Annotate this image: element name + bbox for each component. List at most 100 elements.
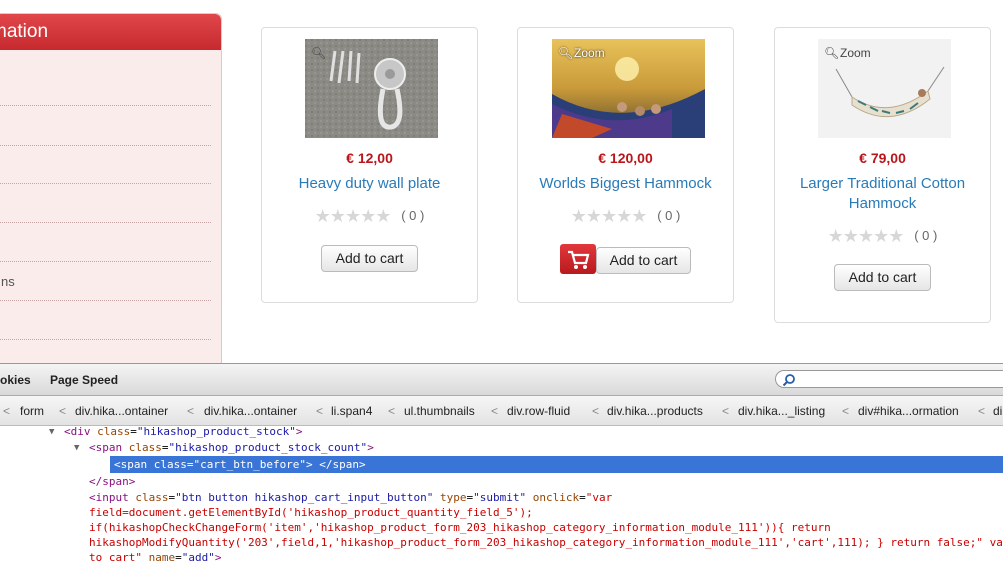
breadcrumb-separator-icon: < (388, 404, 396, 418)
tag-bracket: > (295, 426, 303, 438)
code-line-selected[interactable]: <span class="cart_btn_before"> </span> (110, 456, 1003, 473)
breadcrumb-item[interactable]: div.hika...products (607, 404, 703, 418)
code-line[interactable]: ▼ <div class="hikashop_product_stock"> (0, 426, 1003, 439)
breadcrumb-separator-icon: < (59, 404, 67, 418)
sidebar-divider (0, 145, 211, 146)
zoom-label: Zoom (574, 46, 605, 60)
devtools-panel: okies Page Speed < form < div.hika...ont… (0, 363, 1003, 565)
breadcrumb-separator-icon: < (491, 404, 499, 418)
product-rating: ★★★★★ ( 0 ) (518, 206, 733, 227)
magnifier-icon: 🔍︎ (824, 46, 840, 60)
product-name-link[interactable]: Larger Traditional Cotton Hammock (783, 174, 982, 214)
devtools-toolbar: okies Page Speed (0, 364, 1003, 396)
attr-value: "hikashop_product_stock" (136, 426, 296, 438)
product-image[interactable]: 🔍︎ Zoom (818, 39, 951, 138)
sidebar-divider (0, 339, 211, 340)
sidebar-divider (0, 261, 211, 262)
code-line[interactable]: hikashopModifyQuantity('203',field,1,'hi… (0, 535, 1003, 550)
tag-bracket: < (89, 491, 96, 504)
code-line[interactable]: field=document.getElementById('hikashop_… (0, 505, 1003, 520)
magnifier-icon: 🔍︎ (558, 46, 574, 60)
tag-bracket: < (89, 441, 96, 454)
zoom-label: Zoom (840, 46, 871, 60)
product-card: 🔍︎ Zoom € 120,00 Worlds Biggest Hammock … (517, 27, 734, 303)
breadcrumb-item[interactable]: li.span4 (331, 404, 372, 418)
product-image[interactable]: 🔍︎ Zoom (552, 39, 705, 138)
breadcrumb-item[interactable]: form (20, 404, 44, 418)
onclick-code: hikashopModifyQuantity('203',field,1,'hi… (89, 536, 1003, 549)
product-price: € 120,00 (598, 150, 653, 166)
sidebar-title: mation (0, 14, 221, 50)
sidebar-divider (0, 300, 211, 301)
attr-value: "submit" (473, 491, 527, 504)
tab-page-speed[interactable]: Page Speed (50, 373, 118, 387)
breadcrumb-item[interactable]: div.hika...ontainer (75, 404, 168, 418)
attr-value: "hikashop_product_stock_count" (168, 441, 368, 454)
breadcrumb-separator-icon: < (3, 404, 11, 418)
add-to-cart-button[interactable]: Add to cart (596, 247, 691, 274)
rating-count: ( 0 ) (657, 208, 681, 223)
attr-name: onclick (532, 491, 580, 504)
product-price: € 79,00 (859, 150, 906, 166)
attr-name: type (440, 491, 467, 504)
attr-name: class (135, 491, 169, 504)
breadcrumb-item[interactable]: div.hika...ontainer (204, 404, 297, 418)
product-name-link[interactable]: Heavy duty wall plate (270, 174, 469, 194)
onclick-code: field=document.getElementById('hikashop_… (89, 506, 533, 519)
attr-value: to cart" (89, 551, 142, 564)
product-rating: ★★★★★ ( 0 ) (262, 206, 477, 227)
code-line[interactable]: to cart" name="add"> (0, 550, 1003, 565)
product-name-link[interactable]: Worlds Biggest Hammock (526, 174, 725, 194)
tag-bracket: < (64, 426, 71, 438)
product-card: 🔍︎ Zoom € 79,00 Larger Traditional Cotto… (774, 27, 991, 323)
breadcrumb-separator-icon: < (978, 404, 986, 418)
add-to-cart-button[interactable]: Add to cart (834, 264, 931, 291)
breadcrumb-item[interactable]: div.row-fluid (507, 404, 570, 418)
attr-value: "var (585, 491, 613, 504)
attr-name: class (128, 441, 162, 454)
breadcrumb-separator-icon: < (722, 404, 730, 418)
rating-stars-icon[interactable]: ★★★★★ (315, 206, 392, 226)
breadcrumb-item[interactable]: di (993, 404, 1002, 418)
code-line[interactable]: ▼ <span class="hikashop_product_stock_cou… (0, 440, 1003, 455)
devtools-search-input[interactable] (775, 370, 1003, 388)
breadcrumb-separator-icon: < (316, 404, 324, 418)
product-image[interactable]: 🔍︎ (305, 39, 438, 138)
code-line[interactable]: <input class="btn button hikashop_cart_i… (0, 490, 1003, 505)
code-line[interactable]: </span> (0, 474, 1003, 489)
rating-stars-icon[interactable]: ★★★★★ (828, 226, 905, 246)
sidebar-divider (0, 222, 211, 223)
tag-name: div (70, 426, 91, 438)
sidebar-title-text: mation (0, 21, 49, 42)
selected-element-markup: <span class="cart_btn_before"> </span> (114, 458, 366, 471)
rating-count: ( 0 ) (914, 228, 938, 243)
tag-bracket: > (214, 551, 222, 564)
add-to-cart-button[interactable]: Add to cart (321, 245, 418, 272)
breadcrumb: < form < div.hika...ontainer < div.hika.… (0, 396, 1003, 426)
tag-name: input (95, 491, 129, 504)
expand-triangle-icon[interactable]: ▼ (74, 441, 79, 456)
attr-value: "btn button hikashop_cart_input_button" (175, 491, 434, 504)
breadcrumb-item[interactable]: div.hika..._listing (738, 404, 825, 418)
rating-count: ( 0 ) (401, 208, 425, 223)
tag-bracket: > (367, 441, 374, 454)
attr-value: "add" (181, 551, 215, 564)
magnifier-icon: 🔍︎ (311, 46, 327, 60)
breadcrumb-item[interactable]: div#hika...ormation (858, 404, 959, 418)
product-rating: ★★★★★ ( 0 ) (775, 226, 990, 247)
tab-cookies[interactable]: okies (0, 373, 31, 387)
category-sidebar: mation ns (0, 13, 222, 373)
search-icon (782, 374, 795, 387)
breadcrumb-item[interactable]: ul.thumbnails (404, 404, 475, 418)
html-source-view: ▼ <div class="hikashop_product_stock"> ▼ <… (0, 426, 1003, 565)
sidebar-item-label[interactable]: ns (1, 274, 15, 289)
closing-tag: </span> (89, 475, 136, 488)
sidebar-divider (0, 183, 211, 184)
cart-icon[interactable] (560, 244, 596, 274)
expand-triangle-icon[interactable]: ▼ (49, 426, 54, 440)
breadcrumb-separator-icon: < (187, 404, 195, 418)
rating-stars-icon[interactable]: ★★★★★ (571, 206, 648, 226)
onclick-code: if(hikashopCheckChangeForm('item','hikas… (89, 521, 831, 534)
product-card: 🔍︎ € 12,00 Heavy duty wall plate ★★★★★ (… (261, 27, 478, 303)
code-line[interactable]: if(hikashopCheckChangeForm('item','hikas… (0, 520, 1003, 535)
